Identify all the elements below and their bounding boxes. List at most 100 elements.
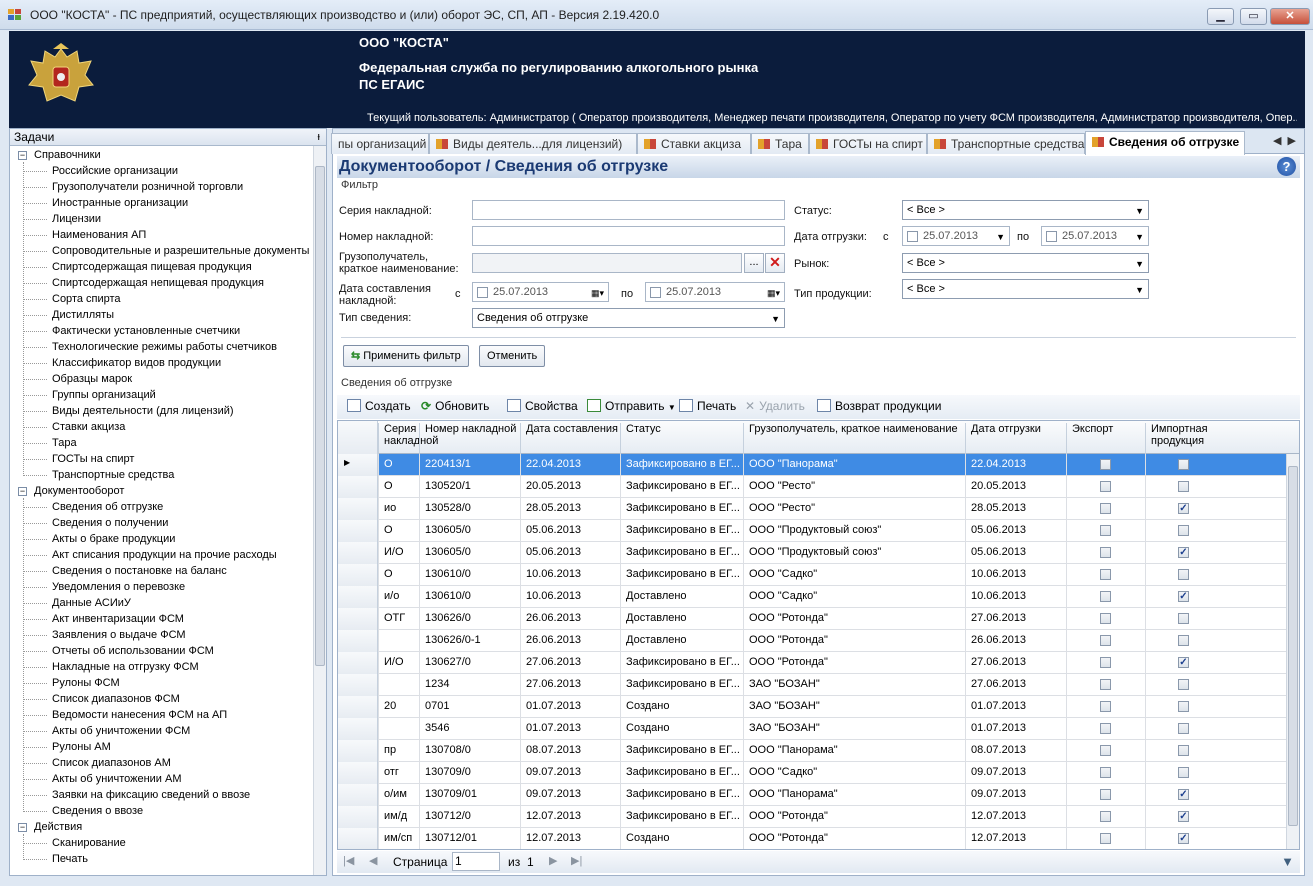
return-products-button[interactable]: Возврат продукции: [817, 399, 941, 413]
tree-item[interactable]: Заявления о выдаче ФСМ: [10, 628, 186, 644]
collapse-icon[interactable]: −: [18, 151, 27, 160]
collapse-icon[interactable]: −: [18, 487, 27, 496]
export-checkbox[interactable]: [1100, 569, 1111, 580]
tasks-scrollbar[interactable]: [313, 146, 326, 875]
row-header[interactable]: [338, 718, 378, 740]
export-checkbox[interactable]: [1100, 613, 1111, 624]
chevron-down-icon[interactable]: ▼: [996, 228, 1005, 246]
prev-page-icon[interactable]: ◀: [369, 854, 377, 867]
column-header[interactable]: Номер накладной: [419, 423, 520, 454]
import-checkbox[interactable]: ✓: [1178, 547, 1189, 558]
product-type-select[interactable]: < Все > ▼: [902, 279, 1149, 299]
import-checkbox[interactable]: [1178, 481, 1189, 492]
import-checkbox[interactable]: ✓: [1178, 811, 1189, 822]
table-row[interactable]: и/о 130610/0 10.06.2013 Доставлено ООО "Садк…: [338, 586, 1288, 608]
next-page-icon[interactable]: ▶: [549, 854, 557, 867]
grid-scrollbar[interactable]: [1286, 454, 1299, 849]
tree-item[interactable]: Акт списания продукции на прочие расходы: [10, 548, 277, 564]
created-to-checkbox[interactable]: [650, 287, 661, 298]
tree-item[interactable]: Отчеты об использовании ФСМ: [10, 644, 214, 660]
row-header[interactable]: [338, 476, 378, 498]
tree-item[interactable]: Транспортные средства: [10, 468, 174, 484]
market-select[interactable]: < Все > ▼: [902, 253, 1149, 273]
column-header[interactable]: Грузополучатель, краткое наименование: [743, 423, 965, 454]
column-header[interactable]: Серия накладной: [378, 423, 438, 454]
export-checkbox[interactable]: [1100, 833, 1111, 844]
refresh-button[interactable]: ⟳ Обновить: [421, 399, 489, 413]
tab[interactable]: Ставки акциза: [637, 133, 751, 154]
import-checkbox[interactable]: [1178, 767, 1189, 778]
row-header[interactable]: [338, 784, 378, 806]
tree-item[interactable]: Сведения о ввозе: [10, 804, 143, 820]
close-button[interactable]: ✕: [1270, 8, 1310, 25]
export-checkbox[interactable]: [1100, 767, 1111, 778]
tree-item[interactable]: Ставки акциза: [10, 420, 125, 436]
export-checkbox[interactable]: [1100, 701, 1111, 712]
tree-item[interactable]: Накладные на отгрузку ФСМ: [10, 660, 199, 676]
column-header[interactable]: Экспорт: [1066, 423, 1145, 454]
import-checkbox[interactable]: [1178, 635, 1189, 646]
import-checkbox[interactable]: [1178, 745, 1189, 756]
tree-item[interactable]: Наименования АП: [10, 228, 146, 244]
export-checkbox[interactable]: [1100, 525, 1111, 536]
first-page-icon[interactable]: |◀: [343, 854, 354, 867]
pin-icon[interactable]: ᵼ: [318, 129, 320, 145]
tree-item[interactable]: Виды деятельности (для лицензий): [10, 404, 234, 420]
row-header[interactable]: [338, 542, 378, 564]
tab[interactable]: Сведения об отгрузке: [1085, 131, 1245, 155]
tree-item[interactable]: Спиртсодержащая непищевая продукция: [10, 276, 264, 292]
cancel-filter-button[interactable]: Отменить: [479, 345, 546, 367]
tree-item[interactable]: Иностранные организации: [10, 196, 188, 212]
tree-item[interactable]: Акты о браке продукции: [10, 532, 175, 548]
tree-item[interactable]: Сорта спирта: [10, 292, 121, 308]
minimize-button[interactable]: ▁: [1207, 8, 1234, 25]
table-row[interactable]: о/им 130709/01 09.07.2013 Зафиксировано в Е…: [338, 784, 1288, 806]
import-checkbox[interactable]: [1178, 613, 1189, 624]
tree-item[interactable]: Тара: [10, 436, 77, 452]
export-checkbox[interactable]: [1100, 481, 1111, 492]
row-header[interactable]: [338, 564, 378, 586]
tasks-scroll-thumb[interactable]: [315, 166, 325, 666]
import-checkbox[interactable]: [1178, 569, 1189, 580]
number-input[interactable]: [472, 226, 785, 246]
import-checkbox[interactable]: [1178, 525, 1189, 536]
tree-item[interactable]: Дистилляты: [10, 308, 114, 324]
properties-button[interactable]: Свойства: [507, 399, 578, 413]
table-row[interactable]: им/д 130712/0 12.07.2013 Зафиксировано в ЕГ…: [338, 806, 1288, 828]
created-from-date[interactable]: 25.07.2013 ▦▾: [472, 282, 609, 302]
tree-item[interactable]: Акты об уничтожении ФСМ: [10, 724, 190, 740]
table-row[interactable]: 1234 27.06.2013 Зафиксировано в ЕГ... ЗАО "…: [338, 674, 1288, 696]
tree-item[interactable]: Ведомости нанесения ФСМ на АП: [10, 708, 227, 724]
tree-item[interactable]: Рулоны АМ: [10, 740, 111, 756]
column-header[interactable]: Дата отгрузки: [965, 423, 1066, 454]
tree-item[interactable]: Сведения о получении: [10, 516, 168, 532]
tree-item[interactable]: Технологические режимы работы счетчиков: [10, 340, 277, 356]
tree-item[interactable]: Сопроводительные и разрешительные докуме…: [10, 244, 309, 260]
export-checkbox[interactable]: [1100, 811, 1111, 822]
row-header[interactable]: [338, 652, 378, 674]
row-header[interactable]: [338, 608, 378, 630]
tree-item[interactable]: Сканирование: [10, 836, 126, 852]
collapse-icon[interactable]: −: [18, 823, 27, 832]
send-button[interactable]: Отправить ▼: [587, 399, 676, 413]
tab[interactable]: ГОСТы на спирт: [809, 133, 927, 154]
tree-item[interactable]: Заявки на фиксацию сведений о ввозе: [10, 788, 250, 804]
chevron-down-icon[interactable]: ▼: [1135, 228, 1144, 246]
tree-group[interactable]: − Действия: [10, 820, 82, 836]
tree-item[interactable]: Спиртсодержащая пищевая продукция: [10, 260, 252, 276]
tab[interactable]: Тара: [751, 133, 809, 154]
table-row[interactable]: им/сп 130712/01 12.07.2013 Создано ООО "Рото…: [338, 828, 1288, 849]
export-checkbox[interactable]: [1100, 591, 1111, 602]
column-header[interactable]: Дата составления: [520, 423, 620, 454]
apply-filter-button[interactable]: ⇆ Применить фильтр: [343, 345, 469, 367]
row-header[interactable]: [338, 674, 378, 696]
import-checkbox[interactable]: ✓: [1178, 833, 1189, 844]
tab-scroll-arrows[interactable]: ◀ ▶: [1273, 134, 1296, 147]
print-button[interactable]: Печать: [679, 399, 736, 413]
table-row[interactable]: 130626/0-1 26.06.2013 Доставлено ООО "Ротон…: [338, 630, 1288, 652]
table-row[interactable]: ио 130528/0 28.05.2013 Зафиксировано в ЕГ..…: [338, 498, 1288, 520]
tree-item[interactable]: Данные АСИиУ: [10, 596, 131, 612]
export-checkbox[interactable]: [1100, 789, 1111, 800]
export-checkbox[interactable]: [1100, 657, 1111, 668]
import-checkbox[interactable]: [1178, 679, 1189, 690]
